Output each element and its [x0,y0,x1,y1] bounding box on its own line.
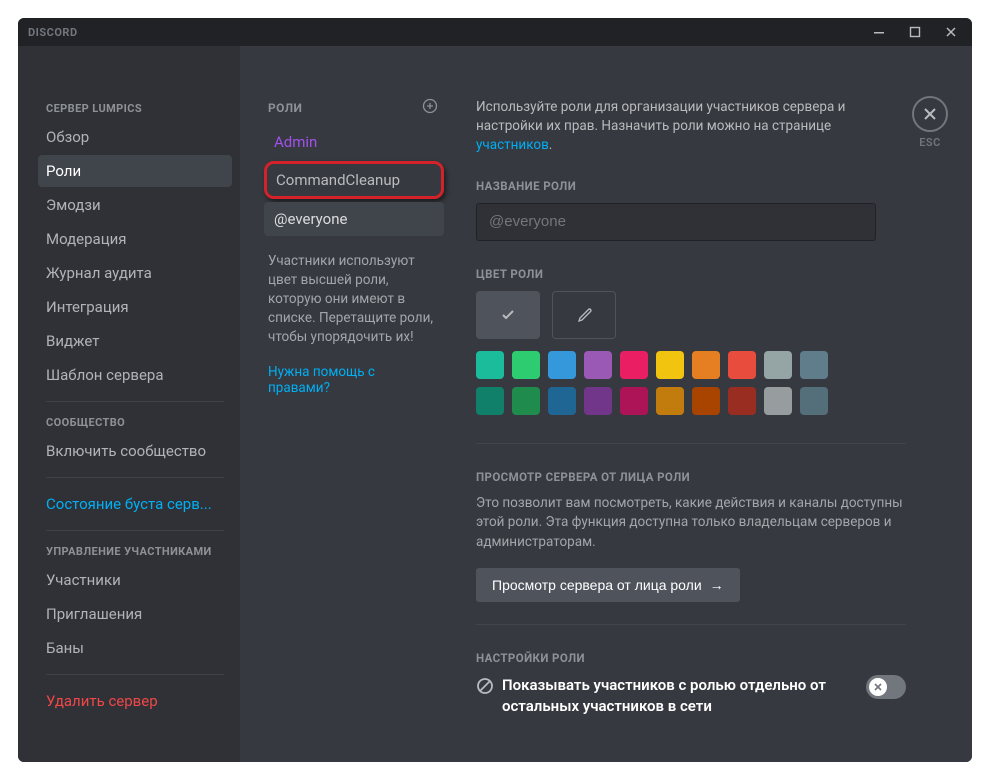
close-settings-button[interactable] [912,96,948,132]
close-label: ESC [912,136,948,149]
role-item-admin[interactable]: Admin [264,125,444,159]
sidebar-item-emoji[interactable]: Эмодзи [38,189,232,221]
add-role-button[interactable] [422,98,438,117]
color-swatch[interactable] [512,351,540,379]
sidebar-item-delete-server[interactable]: Удалить сервер [38,685,232,717]
settings-sidebar[interactable]: СЕРВЕР LUMPICS Обзор Роли Эмодзи Модерац… [18,46,240,762]
color-custom-picker[interactable] [552,291,616,339]
title-bar: DISCORD [18,18,972,46]
toggle-left: Показывать участников с ролью отдельно о… [476,675,852,716]
preview-desc: Это позволит вам посмотреть, какие дейст… [476,494,906,553]
sidebar-item-moderation[interactable]: Модерация [38,223,232,255]
window-controls [866,22,964,42]
sidebar-item-boost-status[interactable]: Состояние буста серв... [38,488,232,520]
intro-text: Используйте роли для организации участни… [476,98,876,155]
color-swatch[interactable] [584,387,612,415]
sidebar-header-members: УПРАВЛЕНИЕ УЧАСТНИКАМИ [38,541,232,564]
app-name: DISCORD [28,26,78,39]
content-area: СЕРВЕР LUMPICS Обзор Роли Эмодзи Модерац… [18,46,972,762]
color-swatch[interactable] [548,387,576,415]
deny-icon [476,677,494,699]
color-swatch[interactable] [656,387,684,415]
maximize-button[interactable] [902,22,928,42]
toggle-title: Показывать участников с ролью отдельно о… [502,675,852,716]
sidebar-item-enable-community[interactable]: Включить сообщество [38,435,232,467]
color-swatch[interactable] [620,351,648,379]
app-window: DISCORD СЕРВЕР LUMPICS Обзор Роли Эмодзи… [18,18,972,762]
toggle-knob [869,678,887,696]
role-detail[interactable]: Используйте роли для организации участни… [452,46,972,762]
color-swatch[interactable] [476,351,504,379]
color-swatch[interactable] [800,351,828,379]
color-row [476,291,948,339]
label-settings: НАСТРОЙКИ РОЛИ [476,651,906,665]
settings-main: РОЛИ Admin CommandCleanup @everyone Учас… [240,46,972,762]
roles-header: РОЛИ [264,98,444,125]
label-preview: ПРОСМОТР СЕРВЕРА ОТ ЛИЦА РОЛИ [476,470,906,484]
color-swatch[interactable] [764,351,792,379]
arrow-right-icon: → [710,577,724,593]
sidebar-item-roles[interactable]: Роли [38,155,232,187]
color-swatch[interactable] [692,387,720,415]
sidebar-item-integrations[interactable]: Интеграция [38,291,232,323]
sidebar-header-community: СООБЩЕСТВО [38,412,232,435]
divider [46,530,224,531]
color-swatch[interactable] [548,351,576,379]
color-swatch[interactable] [620,387,648,415]
sidebar-item-overview[interactable]: Обзор [38,121,232,153]
color-swatch[interactable] [512,387,540,415]
roles-header-label: РОЛИ [268,101,302,115]
swatch-grid [476,351,948,415]
color-swatch[interactable] [728,351,756,379]
role-name-input[interactable] [476,203,876,241]
intro-text-part: Используйте роли для организации участни… [476,99,845,134]
sidebar-item-widget[interactable]: Виджет [38,325,232,357]
preview-role-button[interactable]: Просмотр сервера от лица роли → [476,568,740,602]
label-role-color: ЦВЕТ РОЛИ [476,267,948,281]
sidebar-item-template[interactable]: Шаблон сервера [38,359,232,391]
color-swatch[interactable] [800,387,828,415]
sidebar-item-invites[interactable]: Приглашения [38,598,232,630]
color-default-swatch[interactable] [476,291,540,339]
toggle-display-separately[interactable] [866,675,906,699]
intro-text-part: . [549,137,553,153]
sidebar-header-server: СЕРВЕР LUMPICS [38,98,232,121]
color-swatch[interactable] [764,387,792,415]
divider [46,674,224,675]
sidebar-item-audit-log[interactable]: Журнал аудита [38,257,232,289]
roles-help-link[interactable]: Нужна помощь с правами? [264,350,444,400]
sidebar-item-members[interactable]: Участники [38,564,232,596]
role-item-everyone[interactable]: @everyone [264,202,444,236]
color-swatch[interactable] [728,387,756,415]
roles-column: РОЛИ Admin CommandCleanup @everyone Учас… [240,46,452,762]
toggle-row-display-separately: Показывать участников с ролью отдельно о… [476,675,906,716]
divider [46,401,224,402]
roles-hint: Участники используют цвет высшей роли, к… [264,238,444,350]
close-esc: ESC [912,96,948,149]
divider [46,477,224,478]
close-window-button[interactable] [938,22,964,42]
section-settings: НАСТРОЙКИ РОЛИ Показывать участников с р… [476,624,906,716]
sidebar-item-bans[interactable]: Баны [38,632,232,664]
highlight-annotation: CommandCleanup [264,161,444,199]
color-swatch[interactable] [584,351,612,379]
minimize-button[interactable] [866,22,892,42]
color-swatch[interactable] [656,351,684,379]
label-role-name: НАЗВАНИЕ РОЛИ [476,179,948,193]
preview-button-label: Просмотр сервера от лица роли [492,577,702,593]
role-item-commandcleanup[interactable]: CommandCleanup [276,169,432,191]
members-link[interactable]: участников [476,137,549,153]
section-preview: ПРОСМОТР СЕРВЕРА ОТ ЛИЦА РОЛИ Это позвол… [476,443,906,603]
color-swatch[interactable] [692,351,720,379]
color-swatch[interactable] [476,387,504,415]
